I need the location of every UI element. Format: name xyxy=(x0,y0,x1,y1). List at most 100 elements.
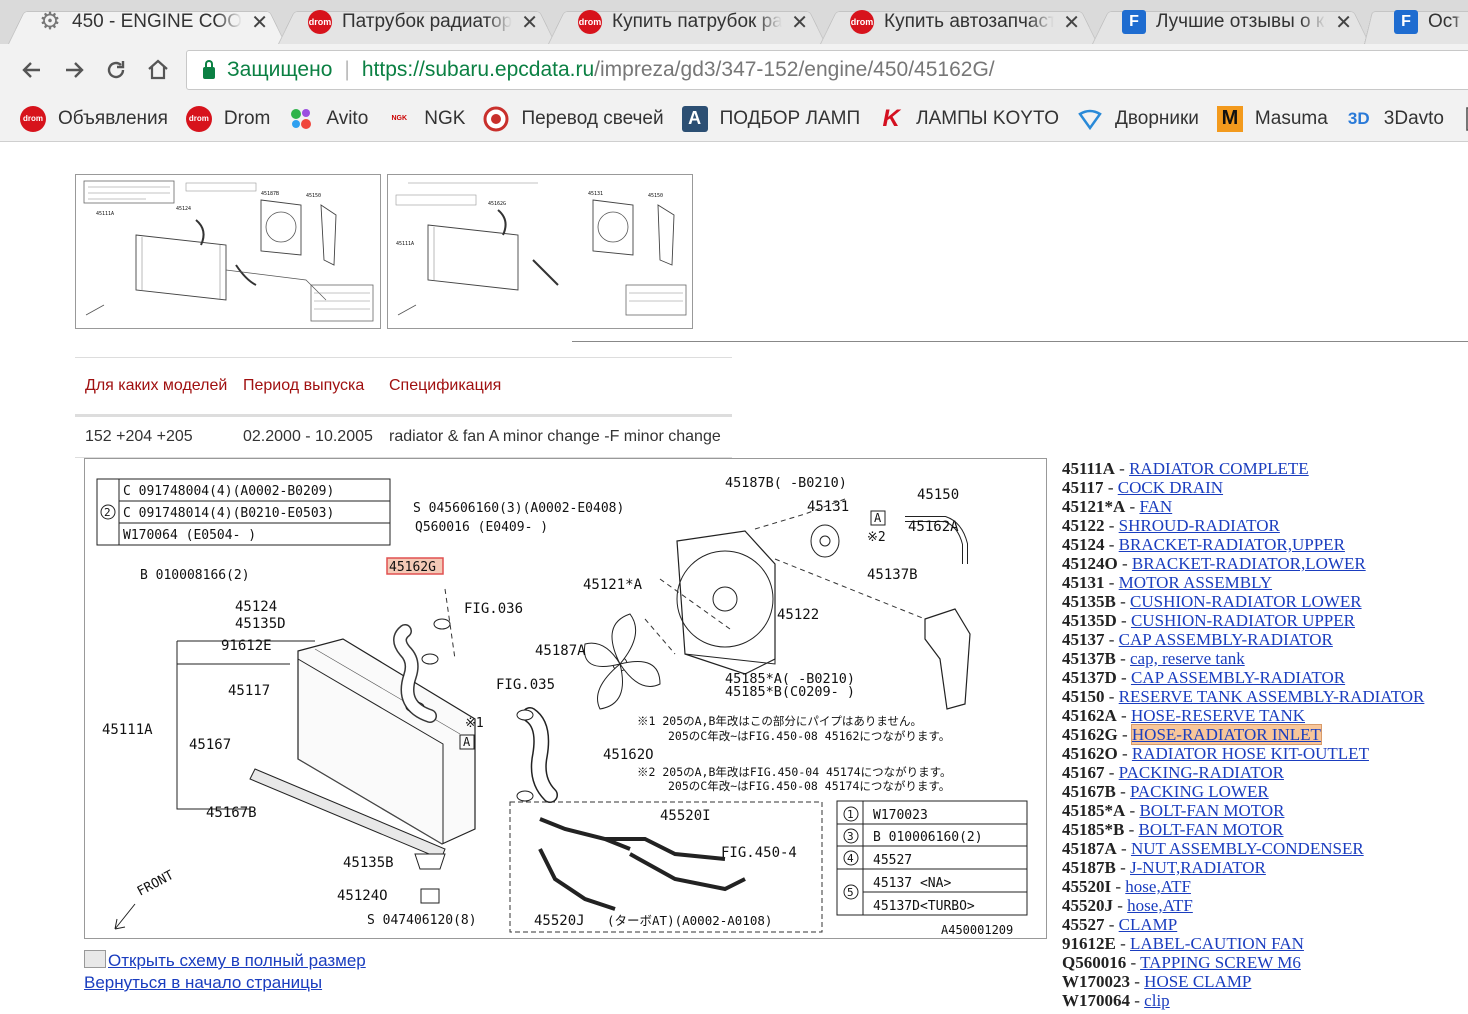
label-45150[interactable]: 45150 xyxy=(917,487,959,503)
label-45167b[interactable]: 45167B xyxy=(206,805,257,821)
bookmark-obyavleniya[interactable]: drom Объявления xyxy=(20,105,168,132)
part-name-link[interactable]: CAP ASSEMBLY-RADIATOR xyxy=(1131,668,1345,687)
label-45122[interactable]: 45122 xyxy=(777,607,819,623)
part-row: 45187A - NUT ASSEMBLY-CONDENSER xyxy=(1062,839,1468,858)
wiper-icon xyxy=(1077,106,1103,132)
back-button[interactable] xyxy=(16,54,48,86)
label-45117[interactable]: 45117 xyxy=(228,683,270,699)
label-fig450-4[interactable]: FIG.450-4 xyxy=(721,845,797,861)
part-name-link[interactable]: RESERVE TANK ASSEMBLY-RADIATOR xyxy=(1119,687,1425,706)
label-45162o[interactable]: 45162O xyxy=(603,747,654,763)
part-name-link[interactable]: NUT ASSEMBLY-CONDENSER xyxy=(1131,839,1364,858)
close-icon[interactable]: ✕ xyxy=(1335,10,1352,35)
part-name-link[interactable]: HOSE CLAMP xyxy=(1144,972,1251,991)
note-1: ※1 205のA,B年改はこの部分にパイプはありません。 xyxy=(637,714,922,728)
tab-leave[interactable]: F Оставить xyxy=(1364,0,1468,44)
diagram-thumbnail-1[interactable]: 45111A 45124 45187B 45150 xyxy=(75,174,381,329)
label-45135d[interactable]: 45135D xyxy=(235,616,286,632)
label-45187a[interactable]: 45187A xyxy=(535,643,586,659)
bookmark-perevod-svechey[interactable]: Перевод свечей xyxy=(483,106,664,132)
label-45187b[interactable]: 45187B( -B0210) xyxy=(725,475,847,491)
tab-reviews[interactable]: F Лучшие отзывы о компании ✕ xyxy=(1092,0,1370,44)
part-name-link[interactable]: BRACKET-RADIATOR,LOWER xyxy=(1132,554,1366,573)
label-45185b[interactable]: 45185*B(C0209- ) xyxy=(725,684,855,700)
part-name-link[interactable]: hose,ATF xyxy=(1125,877,1191,896)
part-name-link[interactable]: CUSHION-RADIATOR UPPER xyxy=(1131,611,1355,630)
bookmark-podbor-lamp[interactable]: A ПОДБОР ЛАМП xyxy=(681,105,860,132)
label-45135b[interactable]: 45135B xyxy=(343,855,394,871)
label-45137b[interactable]: 45137B xyxy=(867,567,918,583)
bookmark-ngk[interactable]: NGK NGK xyxy=(386,106,465,132)
part-name-link[interactable]: SHROUD-RADIATOR xyxy=(1119,516,1280,535)
part-name-link[interactable]: TAPPING SCREW M6 xyxy=(1140,953,1301,972)
label-fig035[interactable]: FIG.035 xyxy=(496,677,555,693)
bookmark-3davto[interactable]: 3D 3Davto xyxy=(1346,106,1444,132)
label-45162g[interactable]: 45162G xyxy=(389,560,436,575)
bookmark-dvorniki[interactable]: Дворники xyxy=(1077,106,1199,132)
address-bar[interactable]: Защищено | https://subaru.epcdata.ru /im… xyxy=(186,50,1468,90)
svg-text:45150: 45150 xyxy=(648,193,663,199)
part-name-link[interactable]: HOSE-RADIATOR INLET xyxy=(1130,724,1322,745)
part-name-link[interactable]: MOTOR ASSEMBLY xyxy=(1119,573,1272,592)
label-91612e[interactable]: 91612E xyxy=(221,638,272,654)
open-full-size-link[interactable]: Открыть схему в полный размер xyxy=(84,950,366,972)
diagram-thumbnail-2[interactable]: 45111A 45162G 45131 45150 xyxy=(387,174,693,329)
info-header-row: Для каких моделей Период выпуска Специфи… xyxy=(75,358,732,414)
part-name-link[interactable]: COCK DRAIN xyxy=(1118,478,1223,497)
label-45124o[interactable]: 45124O xyxy=(337,888,388,904)
label-45124[interactable]: 45124 xyxy=(235,599,277,615)
bookmark-masuma[interactable]: M Masuma xyxy=(1216,105,1328,132)
close-icon[interactable]: ✕ xyxy=(521,10,538,35)
part-separator: - xyxy=(1104,516,1119,535)
part-name-link[interactable]: LABEL-CAUTION FAN xyxy=(1130,934,1304,953)
bookmark-avito[interactable]: Avito xyxy=(288,106,368,132)
parts-diagram[interactable]: 2 C 091748004(4)(A0002-B0209) C 09174801… xyxy=(84,458,1047,939)
part-name-link[interactable]: RADIATOR HOSE KIT-OUTLET xyxy=(1132,744,1369,763)
part-name-link[interactable]: RADIATOR COMPLETE xyxy=(1129,459,1309,478)
part-number: 45124 xyxy=(1062,535,1105,554)
part-name-link[interactable]: CUSHION-RADIATOR LOWER xyxy=(1130,592,1362,611)
part-name-link[interactable]: cap, reserve tank xyxy=(1130,649,1245,668)
part-name-link[interactable]: BOLT-FAN MOTOR xyxy=(1139,801,1284,820)
bookmark-lampy-koyto[interactable]: K ЛАМПЫ KOYTO xyxy=(878,105,1059,132)
part-separator: - xyxy=(1117,725,1132,744)
part-name-link[interactable]: FAN xyxy=(1139,497,1172,516)
bookmark-label: NGK xyxy=(424,107,466,129)
label-45520i[interactable]: 45520I xyxy=(660,808,711,824)
back-to-top-link[interactable]: Вернуться в начало страницы xyxy=(84,972,366,994)
label-45111a[interactable]: 45111A xyxy=(102,722,153,738)
page-icon xyxy=(1462,106,1468,132)
back-arrow-icon xyxy=(22,62,40,78)
bookmark-ks[interactable]: KS xyxy=(1462,106,1468,132)
label-45121a[interactable]: 45121*A xyxy=(583,577,643,593)
part-name-link[interactable]: CAP ASSEMBLY-RADIATOR xyxy=(1119,630,1333,649)
part-name-link[interactable]: hose,ATF xyxy=(1127,896,1193,915)
tab-buy-parts[interactable]: drom Купить автозапчасти Subaru ✕ xyxy=(820,0,1098,44)
forward-button[interactable] xyxy=(58,54,90,86)
reload-button[interactable] xyxy=(100,54,132,86)
part-name-link[interactable]: clip xyxy=(1144,991,1170,1010)
tab-buy-hose[interactable]: drom Купить патрубок радиатора ✕ xyxy=(548,0,826,44)
label-45520j[interactable]: 45520J xyxy=(534,913,585,929)
part-name-link[interactable]: PACKING-RADIATOR xyxy=(1119,763,1284,782)
part-name-link[interactable]: BRACKET-RADIATOR,UPPER xyxy=(1119,535,1345,554)
close-icon[interactable]: ✕ xyxy=(791,10,808,35)
tab-engine-cooling[interactable]: ⚙ 450 - ENGINE COOLING ✕ xyxy=(8,0,286,44)
bookmark-drom[interactable]: drom Drom xyxy=(185,105,270,132)
part-name-link[interactable]: BOLT-FAN MOTOR xyxy=(1139,820,1284,839)
part-separator: - xyxy=(1125,497,1140,516)
tab-hose-subaru[interactable]: drom Патрубок радиатора Subaru ✕ xyxy=(278,0,556,44)
close-icon[interactable]: ✕ xyxy=(251,10,268,35)
diagram-drawing: 2 C 091748004(4)(A0002-B0209) C 09174801… xyxy=(96,475,1028,937)
label-45167[interactable]: 45167 xyxy=(189,737,231,753)
home-button[interactable] xyxy=(142,54,174,86)
part-name-link[interactable]: CLAMP xyxy=(1119,915,1178,934)
part-name-link[interactable]: J-NUT,RADIATOR xyxy=(1130,858,1266,877)
part-name-link[interactable]: PACKING LOWER xyxy=(1130,782,1269,801)
label-45131[interactable]: 45131 xyxy=(807,499,849,515)
close-icon[interactable]: ✕ xyxy=(1063,10,1080,35)
part-number: W170064 xyxy=(1062,991,1130,1010)
part-name-link[interactable]: HOSE-RESERVE TANK xyxy=(1131,706,1305,725)
label-45162a[interactable]: 45162A xyxy=(908,519,959,535)
label-fig036[interactable]: FIG.036 xyxy=(464,601,523,617)
